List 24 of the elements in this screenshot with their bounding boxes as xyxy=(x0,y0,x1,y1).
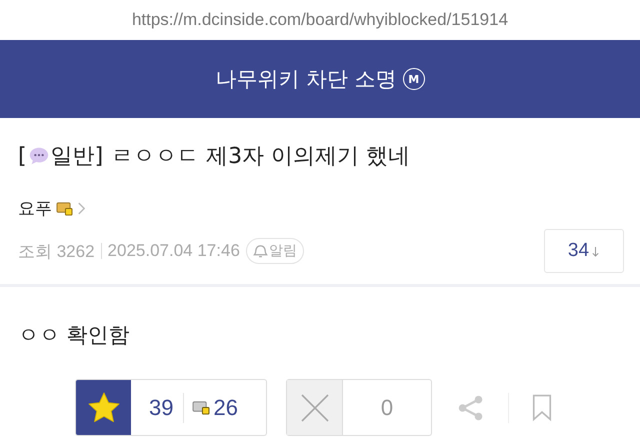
speech-bubble-icon xyxy=(28,145,50,167)
post-date: 2025.07.04 17:46 xyxy=(108,241,240,261)
down-arrow-icon xyxy=(591,244,600,258)
recommend-count: 39 xyxy=(149,394,174,420)
post-category: 일반] xyxy=(50,143,104,171)
comment-count-button[interactable]: 34 xyxy=(544,229,624,273)
downvote-count: 0 xyxy=(380,394,394,420)
cross-icon xyxy=(300,392,330,422)
nickname-badge-icon xyxy=(56,200,73,216)
bookmark-icon[interactable] xyxy=(531,393,553,422)
downvote-button[interactable] xyxy=(287,380,343,435)
board-title: 나무위키 차단 소명 xyxy=(215,66,397,93)
bell-icon xyxy=(252,244,268,258)
view-count: 조회 3262 xyxy=(18,240,95,262)
chevron-right-icon[interactable] xyxy=(77,200,86,216)
title-bracket: [ xyxy=(18,144,27,168)
author-name[interactable]: 요푸 xyxy=(18,196,52,220)
fixed-nickname-icon xyxy=(192,400,212,415)
fixed-recommend-count: 26 xyxy=(213,394,238,420)
minor-gallery-badge: M xyxy=(402,68,425,90)
page-url: https://m.dcinside.com/board/whyiblocked/151914 xyxy=(130,9,510,31)
post-title: ㄹㅇㅇㄷ 제3자 이의제기 했네 xyxy=(111,143,410,171)
post-body: ㅇㅇ 확인함 xyxy=(17,322,131,349)
recommend-button[interactable] xyxy=(76,380,131,435)
